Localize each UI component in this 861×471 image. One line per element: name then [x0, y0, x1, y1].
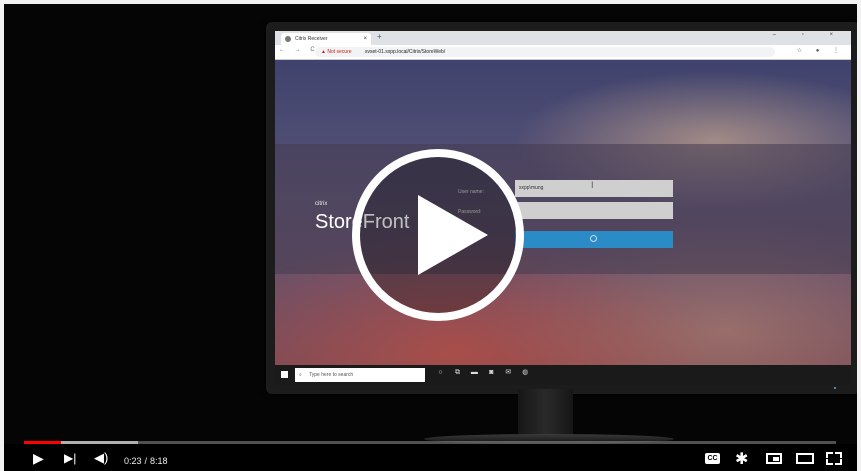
taskbar-pinned-apps: ○ ⧉ ▬ ◙ ✉ ◍ — [435, 368, 535, 377]
toolbar-icons[interactable]: ☆ ● ⋮ — [797, 47, 845, 54]
volume-icon[interactable]: ◀) — [94, 450, 108, 466]
duration: 8:18 — [150, 456, 168, 466]
large-play-button[interactable] — [352, 149, 524, 321]
video-player: Citrix Receiver × + – ▫ × ← → C ▲ Not se… — [0, 0, 861, 471]
cortana-icon[interactable]: ○ — [435, 369, 446, 376]
taskbar-search-placeholder: Type here to search — [309, 372, 354, 378]
favicon-icon — [285, 36, 291, 42]
nav-buttons[interactable]: ← → C — [279, 47, 319, 53]
security-warning[interactable]: ▲ Not secure — [321, 47, 352, 57]
password-input[interactable] — [515, 202, 673, 219]
theater-mode-icon[interactable] — [796, 453, 814, 464]
time-display: 0:23/8:18 — [124, 456, 171, 466]
windows-taskbar: ⌕ Type here to search ○ ⧉ ▬ ◙ ✉ ◍ — [275, 365, 851, 385]
gear-icon[interactable]: ✱ — [735, 449, 748, 469]
browser-tab-strip: Citrix Receiver × + – ▫ × — [275, 31, 851, 45]
loading-spinner-icon — [590, 235, 597, 242]
address-bar[interactable]: ▲ Not secure svset-01.sxpp.local/Citrix/… — [315, 47, 775, 57]
browser-tab[interactable]: Citrix Receiver × — [281, 33, 371, 45]
time-separator: / — [144, 456, 148, 466]
tab-title: Citrix Receiver — [295, 36, 328, 42]
current-time: 0:23 — [124, 456, 142, 466]
monitor-stand — [518, 389, 573, 437]
tab-close-icon[interactable]: × — [363, 33, 367, 45]
mail-icon[interactable]: ✉ — [503, 368, 514, 376]
url-text: svset-01.sxpp.local/Citrix/StoreWeb/ — [365, 49, 446, 55]
player-controls: ▶ ▶| ◀) 0:23/8:18 CC ✱ — [0, 444, 861, 471]
captions-button[interactable]: CC — [705, 453, 720, 464]
store-icon[interactable]: ◙ — [486, 369, 497, 376]
chrome-icon[interactable]: ◍ — [520, 368, 531, 376]
new-tab-icon[interactable]: + — [377, 32, 382, 41]
fullscreen-icon[interactable] — [826, 452, 842, 465]
play-triangle-icon — [418, 195, 488, 275]
next-icon[interactable]: ▶| — [64, 450, 76, 466]
task-view-icon[interactable]: ⧉ — [452, 369, 463, 377]
browser-toolbar: ← → C ▲ Not secure svset-01.sxpp.local/C… — [275, 45, 851, 60]
windows-start-icon[interactable] — [281, 371, 288, 378]
miniplayer-icon[interactable] — [766, 453, 782, 464]
monitor: Citrix Receiver × + – ▫ × ← → C ▲ Not se… — [266, 22, 857, 394]
window-controls[interactable]: – ▫ × — [773, 32, 845, 38]
taskbar-search[interactable]: ⌕ Type here to search — [295, 368, 425, 382]
text-cursor-icon: I — [591, 180, 594, 190]
search-icon: ⌕ — [299, 372, 302, 378]
username-input[interactable]: sxpp\mung — [515, 180, 673, 197]
play-icon[interactable]: ▶ — [33, 450, 44, 466]
file-explorer-icon[interactable]: ▬ — [469, 369, 480, 376]
login-button[interactable] — [515, 231, 673, 248]
monitor-power-led — [834, 387, 836, 389]
citrix-logo-text: citrix — [315, 201, 328, 207]
